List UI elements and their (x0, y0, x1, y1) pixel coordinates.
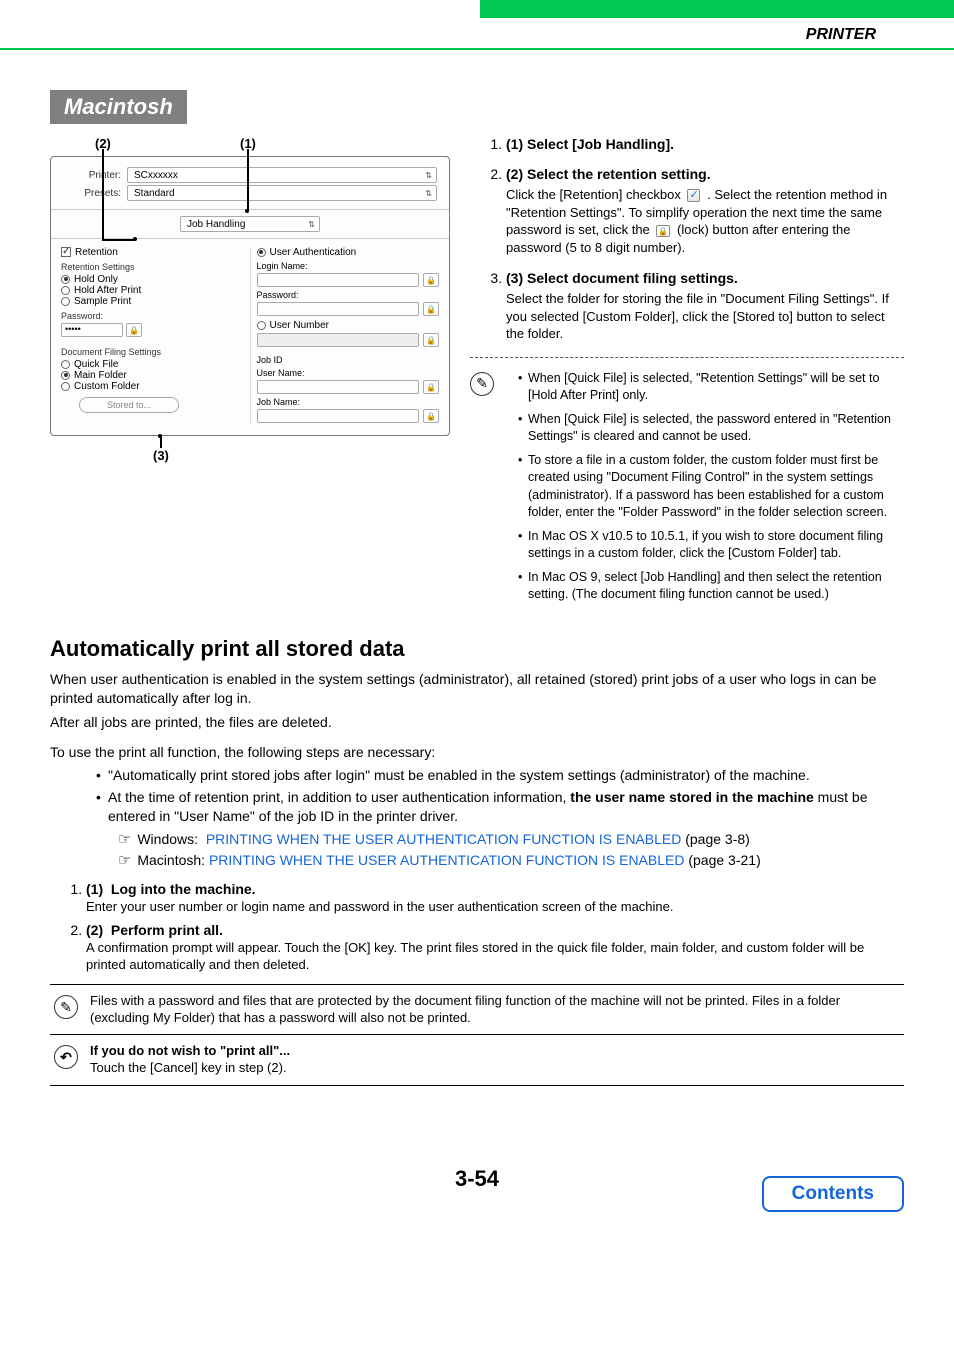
quick-file-radio[interactable]: Quick File (61, 359, 244, 370)
info-box-1: Files with a password and files that are… (50, 984, 904, 1036)
checkbox-icon (687, 189, 700, 202)
password-field[interactable]: ••••• (61, 323, 123, 337)
radio-icon (61, 360, 70, 369)
dialog-wrapper: (2) (1) Printer: SCxxxxxx⇅ (50, 136, 450, 460)
password-label: Password: (257, 290, 440, 300)
auto-step-1: (1) Log into the machine. Enter your use… (86, 881, 904, 916)
auto-p3: To use the print all function, the follo… (50, 743, 904, 763)
chevron-updown-icon: ⇅ (425, 171, 432, 180)
note-item: When [Quick File] is selected, the passw… (518, 411, 904, 446)
retention-checkbox[interactable]: Retention (61, 247, 244, 258)
lock-button[interactable]: 🔒 (423, 409, 439, 423)
radio-icon (61, 382, 70, 391)
password-label: Password: (61, 311, 244, 321)
custom-folder-radio[interactable]: Custom Folder (61, 381, 244, 392)
pointer-icon: ☞ (118, 831, 131, 848)
panel-select[interactable]: Job Handling⇅ (180, 216, 320, 232)
link-windows-auth[interactable]: PRINTING WHEN THE USER AUTHENTICATION FU… (206, 831, 682, 847)
link-mac-auth[interactable]: PRINTING WHEN THE USER AUTHENTICATION FU… (209, 852, 685, 868)
sample-print-radio[interactable]: Sample Print (61, 296, 244, 307)
note-item: To store a file in a custom folder, the … (518, 452, 904, 522)
printer-select[interactable]: SCxxxxxx⇅ (127, 167, 437, 183)
checkbox-icon (61, 247, 71, 257)
user-name-field[interactable] (257, 380, 420, 394)
main-folder-radio[interactable]: Main Folder (61, 370, 244, 381)
section-header: PRINTER (806, 26, 876, 44)
printer-label: Printer: (63, 170, 121, 181)
doc-filing-heading: Document Filing Settings (61, 347, 244, 357)
chevron-updown-icon: ⇅ (308, 220, 315, 229)
auto-p2: After all jobs are printed, the files ar… (50, 713, 904, 733)
step-2: (2) Select the retention setting. Click … (506, 166, 904, 256)
note-item: In Mac OS X v10.5 to 10.5.1, if you wish… (518, 528, 904, 563)
stored-to-button[interactable]: Stored to... (79, 397, 179, 413)
print-dialog: Printer: SCxxxxxx⇅ Presets: Standard⇅ (50, 156, 450, 436)
header-row: PRINTER (0, 18, 954, 50)
note-pen-icon (54, 995, 78, 1019)
note-item: When [Quick File] is selected, "Retentio… (518, 370, 904, 405)
user-name-label: User Name: (257, 368, 440, 378)
login-name-field[interactable] (257, 273, 420, 287)
lock-icon: 🔒 (656, 225, 670, 237)
hold-only-radio[interactable]: Hold Only (61, 274, 244, 285)
steps-list: (1) Select [Job Handling]. (2) Select th… (470, 136, 904, 343)
job-id-heading: Job ID (257, 355, 440, 365)
user-auth-radio[interactable]: User Authentication (257, 247, 440, 258)
radio-icon (257, 248, 266, 257)
dashed-divider (470, 357, 904, 358)
auto-p1: When user authentication is enabled in t… (50, 670, 904, 709)
auth-password-field[interactable] (257, 302, 420, 316)
macintosh-label: Macintosh (50, 90, 187, 124)
callout-3: (3) (153, 448, 169, 463)
job-name-field[interactable] (257, 409, 420, 423)
auto-heading: Automatically print all stored data (50, 636, 904, 662)
presets-label: Presets: (63, 188, 121, 199)
job-name-label: Job Name: (257, 397, 440, 407)
radio-icon (257, 321, 266, 330)
step-1: (1) Select [Job Handling]. (506, 136, 904, 152)
lock-button[interactable]: 🔒 (423, 273, 439, 287)
pointer-icon: ☞ (118, 852, 131, 869)
user-number-radio[interactable]: User Number (257, 320, 440, 331)
lock-button[interactable]: 🔒 (126, 323, 142, 337)
step-3: (3) Select document filing settings. Sel… (506, 270, 904, 343)
bullet-item: At the time of retention print, in addit… (96, 788, 904, 871)
auto-step-2: (2) Perform print all. A confirmation pr… (86, 922, 904, 974)
radio-icon (61, 297, 70, 306)
radio-icon (61, 286, 70, 295)
chevron-updown-icon: ⇅ (425, 189, 432, 198)
note-pen-icon (470, 372, 494, 396)
radio-icon (61, 371, 70, 380)
info-box-2: If you do not wish to "print all"... Tou… (50, 1035, 904, 1086)
lock-button: 🔒 (423, 333, 439, 347)
lock-button[interactable]: 🔒 (423, 380, 439, 394)
back-icon (54, 1045, 78, 1069)
auto-bullets: "Automatically print stored jobs after l… (56, 766, 904, 871)
contents-button[interactable]: Contents (762, 1176, 904, 1212)
user-number-field[interactable] (257, 333, 420, 347)
presets-select[interactable]: Standard⇅ (127, 185, 437, 201)
note-block: When [Quick File] is selected, "Retentio… (470, 370, 904, 610)
note-item: In Mac OS 9, select [Job Handling] and t… (518, 569, 904, 604)
header-green-bar (480, 0, 954, 18)
hold-after-print-radio[interactable]: Hold After Print (61, 285, 244, 296)
bullet-item: "Automatically print stored jobs after l… (96, 766, 904, 786)
radio-icon (61, 275, 70, 284)
lock-button[interactable]: 🔒 (423, 302, 439, 316)
retention-settings-heading: Retention Settings (61, 262, 244, 272)
auto-steps: (1) Log into the machine. Enter your use… (50, 881, 904, 974)
login-name-label: Login Name: (257, 261, 440, 271)
